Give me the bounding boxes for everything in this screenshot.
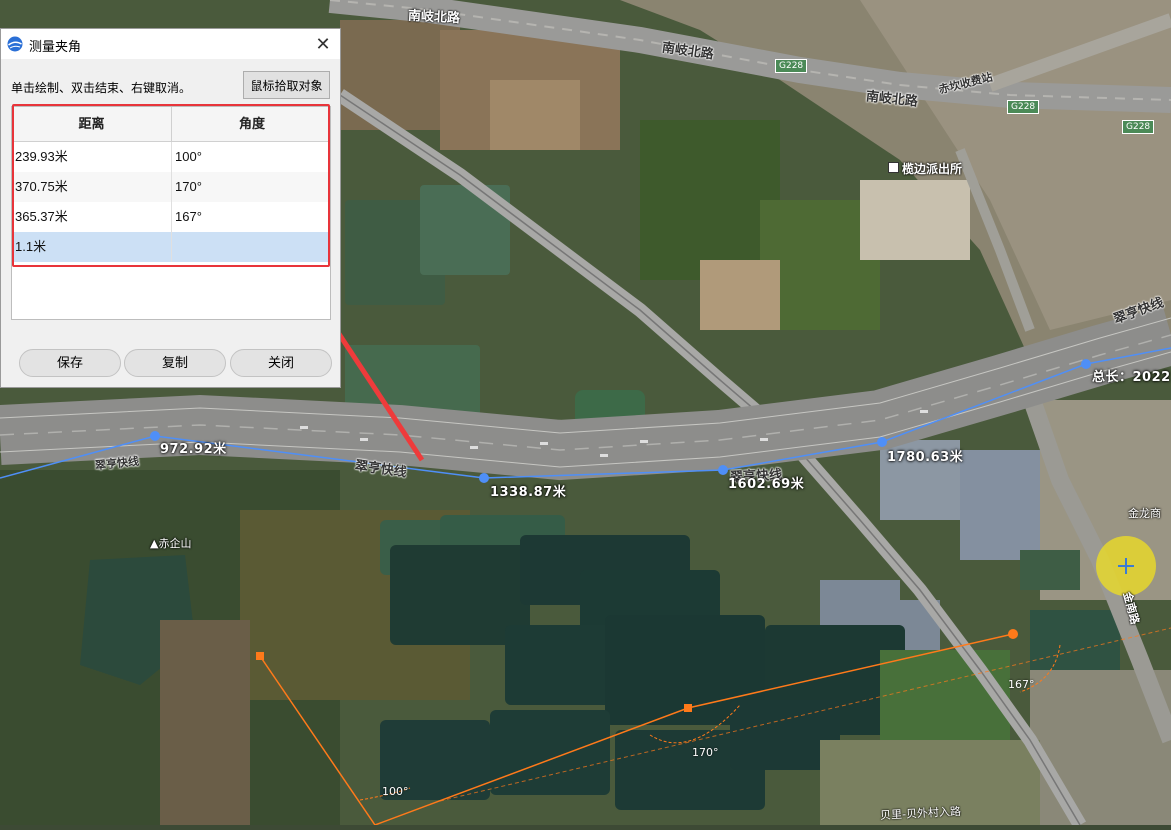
poi-mountain: ▲赤企山 [150,535,191,551]
poi-police: 榄边派出所 [888,160,962,177]
dialog-title: 测量夹角 [29,39,82,54]
road-shield: G228 [1122,120,1155,134]
cell-distance: 239.93米 [12,142,172,172]
cell-distance: 1.1米 [12,232,172,262]
table-row[interactable]: 239.93米 100° [12,142,330,172]
cell-angle [172,232,332,262]
measure-vertex [150,431,160,441]
table-row[interactable]: 365.37米 167° [12,202,330,232]
road-shield: G228 [1007,100,1040,114]
police-icon [888,162,899,173]
dialog-titlebar[interactable]: 测量夹角 ✕ [1,29,340,59]
cell-angle: 170° [175,179,202,194]
measure-angle-dialog: 测量夹角 ✕ 单击绘制、双击结束、右键取消。 鼠标拾取对象 距离 角度 239.… [0,28,341,388]
cell-distance: 370.75米 [12,172,172,202]
column-header-distance[interactable]: 距离 [12,107,172,141]
instruction-text: 单击绘制、双击结束、右键取消。 [11,81,192,95]
globe-icon [7,36,23,52]
poi-label: 金龙商 [1128,507,1161,520]
road-shield: G228 [775,59,808,73]
pick-object-button[interactable]: 鼠标拾取对象 [243,71,330,99]
angle-vertex [256,652,264,660]
measure-label: 1338.87米 [490,485,567,500]
table-header: 距离 角度 [12,107,330,142]
cell-angle: 167° [175,209,202,224]
copy-button[interactable]: 复制 [124,349,226,377]
save-button[interactable]: 保存 [19,349,121,377]
poi-label: 赤企山 [158,537,192,550]
angle-label: 100° [382,785,409,798]
angle-vertex [684,704,692,712]
close-icon[interactable]: ✕ [312,33,334,55]
close-button[interactable]: 关闭 [230,349,332,377]
angle-vertex [1008,629,1018,639]
road-label: 南岐北路 [407,8,461,27]
table-row-selected[interactable]: 1.1米 [12,232,330,262]
column-header-angle[interactable]: 角度 [172,107,332,141]
measure-label: 1780.63米 [887,450,964,465]
cell-distance: 365.37米 [12,202,172,232]
measure-vertex [479,473,489,483]
measure-table[interactable]: 距离 角度 239.93米 100° 370.75米 170° 365.37米 … [11,106,331,320]
measure-vertex [1081,359,1091,369]
angle-label: 167° [1008,678,1035,691]
measure-vertex [877,437,887,447]
cell-angle: 100° [175,149,202,164]
measure-label: 1602.69米 [728,477,805,492]
poi-label: 榄边派出所 [902,162,963,176]
measure-label: 972.92米 [160,442,227,457]
measure-vertex [718,465,728,475]
measure-total: 总长：2022 [1092,370,1171,385]
table-row[interactable]: 370.75米 170° [12,172,330,202]
angle-label: 170° [692,746,719,759]
